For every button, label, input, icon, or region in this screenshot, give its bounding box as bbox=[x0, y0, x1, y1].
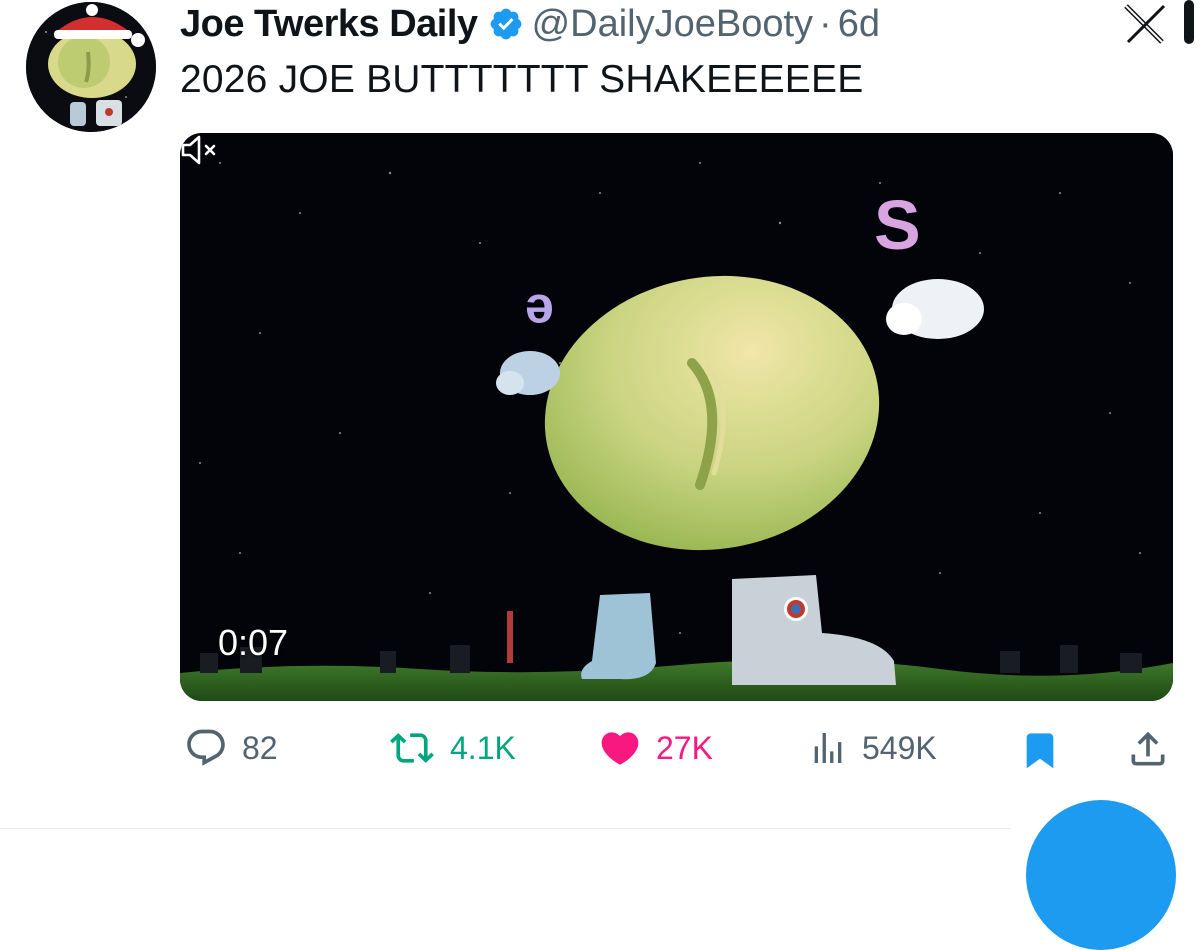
views-count: 549K bbox=[862, 729, 937, 766]
verified-badge-icon bbox=[490, 8, 521, 40]
share-icon bbox=[1131, 731, 1165, 766]
scrollbar-thumb[interactable] bbox=[1184, 0, 1194, 44]
share-button[interactable] bbox=[1126, 726, 1170, 772]
video-player[interactable]: e S 0:07 bbox=[180, 133, 1173, 701]
handle[interactable]: @DailyJoeBooty bbox=[532, 3, 813, 46]
video-timestamp: 0:07 bbox=[218, 622, 289, 663]
mute-icon[interactable] bbox=[180, 133, 220, 167]
separator-dot: · bbox=[819, 2, 832, 45]
svg-text:S: S bbox=[874, 186, 921, 264]
action-bar: 82 4.1K 27K 549K bbox=[0, 712, 1200, 792]
post-header: Joe Twerks Daily @DailyJoeBooty · 6d bbox=[180, 0, 880, 48]
display-name[interactable]: Joe Twerks Daily bbox=[180, 3, 478, 46]
repost-button[interactable]: 4.1K bbox=[388, 726, 516, 770]
avatar[interactable] bbox=[26, 2, 156, 132]
like-icon bbox=[601, 732, 639, 765]
views-button[interactable]: 549K bbox=[808, 726, 937, 770]
like-button[interactable]: 27K bbox=[598, 726, 713, 770]
divider bbox=[0, 828, 1010, 829]
reply-count: 82 bbox=[242, 729, 278, 766]
video-frame: e S bbox=[180, 133, 1173, 701]
reply-icon bbox=[187, 729, 225, 766]
x-logo-icon[interactable] bbox=[1122, 4, 1168, 44]
compose-button[interactable] bbox=[1026, 800, 1176, 950]
post-time[interactable]: 6d bbox=[838, 3, 880, 46]
reply-button[interactable]: 82 bbox=[184, 726, 278, 770]
views-icon bbox=[814, 733, 842, 763]
bookmark-button[interactable] bbox=[1020, 726, 1060, 774]
svg-text:e: e bbox=[525, 283, 554, 341]
like-count: 27K bbox=[656, 729, 713, 766]
repost-count: 4.1K bbox=[450, 729, 516, 766]
repost-icon bbox=[390, 733, 434, 763]
bookmark-icon bbox=[1026, 733, 1054, 769]
post-text: 2026 JOE BUTTTTTTT SHAKEEEEEE bbox=[180, 58, 864, 101]
